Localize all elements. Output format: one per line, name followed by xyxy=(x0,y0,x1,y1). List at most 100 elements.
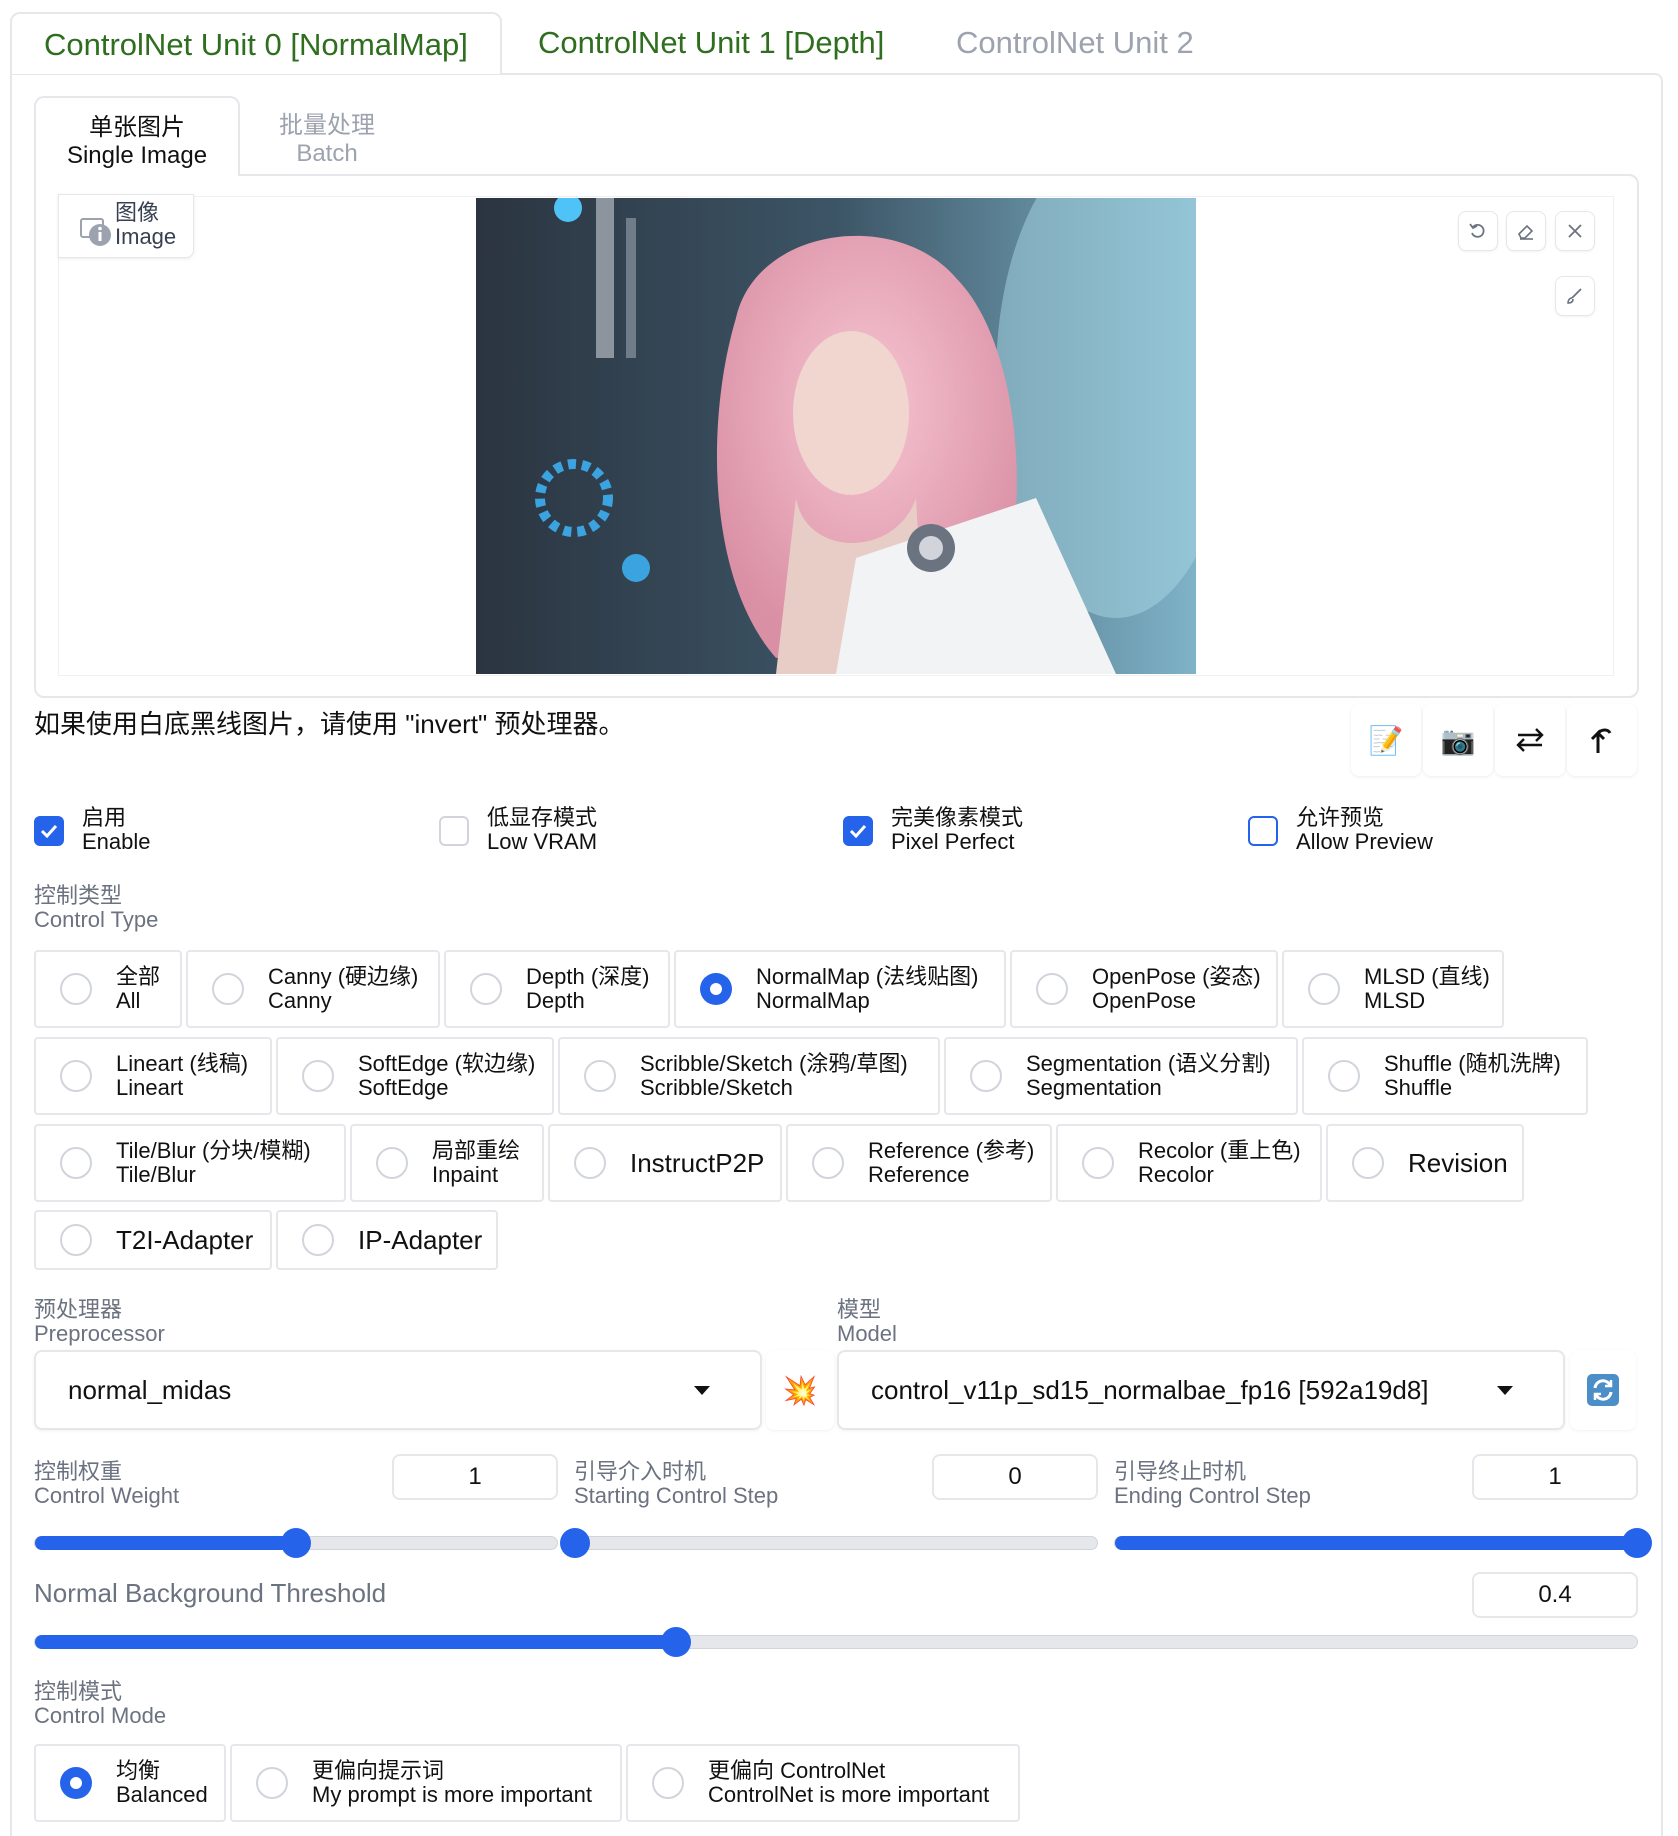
control-weight-slider[interactable] xyxy=(34,1528,558,1558)
control-type-lineart[interactable]: Lineart (线稿) Lineart xyxy=(34,1037,272,1115)
low-vram-label-en: Low VRAM xyxy=(487,829,598,854)
ending-step-slider[interactable] xyxy=(1114,1528,1652,1558)
send-dimensions-button[interactable] xyxy=(1567,704,1637,776)
radio[interactable] xyxy=(1036,973,1068,1005)
low-vram-checkbox[interactable]: 低显存模式 Low VRAM xyxy=(439,806,597,862)
tab-unit-2[interactable]: ControlNet Unit 2 xyxy=(956,12,1194,74)
radio[interactable] xyxy=(1328,1060,1360,1092)
control-type-t2i-adapter[interactable]: T2I-Adapter xyxy=(34,1210,272,1270)
preprocessor-label: 预处理器 Preprocessor xyxy=(34,1298,165,1346)
ending-step-input[interactable]: 1 xyxy=(1472,1454,1638,1500)
radio[interactable] xyxy=(212,973,244,1005)
slider-thumb[interactable] xyxy=(1622,1528,1652,1558)
starting-step-input[interactable]: 0 xyxy=(932,1454,1098,1500)
control-type-recolor[interactable]: Recolor (重上色) Recolor xyxy=(1056,1124,1322,1202)
radio[interactable] xyxy=(376,1147,408,1179)
control-type-mlsd[interactable]: MLSD (直线) MLSD xyxy=(1282,950,1504,1028)
radio[interactable] xyxy=(700,973,732,1005)
control-type-all[interactable]: 全部 All xyxy=(34,950,182,1028)
radio[interactable] xyxy=(1308,973,1340,1005)
radio[interactable] xyxy=(970,1060,1002,1092)
threshold-input[interactable]: 0.4 xyxy=(1472,1572,1638,1618)
option-zh: OpenPose (姿态) xyxy=(1092,964,1261,989)
radio[interactable] xyxy=(812,1147,844,1179)
tab-single-image[interactable]: 单张图片 Single Image xyxy=(34,96,240,176)
starting-step-label-zh: 引导介入时机 xyxy=(574,1459,707,1484)
enable-checkbox[interactable]: 启用 Enable xyxy=(34,806,151,862)
control-type-softedge[interactable]: SoftEdge (软边缘) SoftEdge xyxy=(276,1037,554,1115)
radio[interactable] xyxy=(60,1147,92,1179)
checkbox-box[interactable] xyxy=(1248,816,1278,846)
slider-thumb[interactable] xyxy=(281,1528,311,1558)
control-type-canny[interactable]: Canny (硬边缘) Canny xyxy=(186,950,440,1028)
threshold-slider[interactable] xyxy=(34,1627,1638,1657)
radio[interactable] xyxy=(574,1147,606,1179)
control-type-inpaint[interactable]: 局部重绘 Inpaint xyxy=(350,1124,544,1202)
open-editor-button[interactable]: 📝 xyxy=(1351,704,1421,776)
radio[interactable] xyxy=(60,1767,92,1799)
swap-dimensions-button[interactable] xyxy=(1495,704,1565,776)
control-type-normalmap[interactable]: NormalMap (法线贴图) NormalMap xyxy=(674,950,1006,1028)
radio[interactable] xyxy=(60,973,92,1005)
control-type-depth[interactable]: Depth (深度) Depth xyxy=(444,950,670,1028)
clear-image-button[interactable] xyxy=(1555,211,1595,251)
control-type-reference[interactable]: Reference (参考) Reference xyxy=(786,1124,1052,1202)
radio[interactable] xyxy=(60,1060,92,1092)
radio[interactable] xyxy=(470,973,502,1005)
webcam-button[interactable]: 📷 xyxy=(1423,704,1493,776)
memo-icon: 📝 xyxy=(1368,724,1404,756)
model-dropdown[interactable]: control_v11p_sd15_normalbae_fp16 [592a19… xyxy=(837,1350,1565,1430)
control-type-revision[interactable]: Revision xyxy=(1326,1124,1524,1202)
control-mode-prompt[interactable]: 更偏向提示词 My prompt is more important xyxy=(230,1744,622,1822)
control-type-tile[interactable]: Tile/Blur (分块/模糊) Tile/Blur xyxy=(34,1124,346,1202)
pixel-perfect-checkbox[interactable]: 完美像素模式 Pixel Perfect xyxy=(843,806,1023,862)
radio[interactable] xyxy=(1082,1147,1114,1179)
ending-step-label-en: Ending Control Step xyxy=(1114,1483,1311,1508)
radio[interactable] xyxy=(60,1224,92,1256)
run-preprocessor-button[interactable]: 💥 xyxy=(766,1350,834,1430)
undo-button[interactable] xyxy=(1458,211,1498,251)
control-type-label-en: Control Type xyxy=(34,907,159,932)
explosion-icon: 💥 xyxy=(782,1374,818,1406)
checkbox-box[interactable] xyxy=(843,816,873,846)
checkbox-box[interactable] xyxy=(439,816,469,846)
control-weight-input[interactable]: 1 xyxy=(392,1454,558,1500)
allow-preview-checkbox[interactable]: 允许预览 Allow Preview xyxy=(1248,806,1433,862)
brush-button[interactable] xyxy=(1555,276,1595,316)
option-en: Shuffle xyxy=(1384,1075,1453,1100)
tab-batch[interactable]: 批量处理 Batch xyxy=(224,96,430,176)
option-en: Balanced xyxy=(116,1782,208,1807)
allow-preview-label-en: Allow Preview xyxy=(1296,829,1433,854)
pixel-perfect-label-en: Pixel Perfect xyxy=(891,829,1015,854)
radio[interactable] xyxy=(652,1767,684,1799)
preprocessor-dropdown[interactable]: normal_midas xyxy=(34,1350,762,1430)
radio[interactable] xyxy=(256,1767,288,1799)
slider-thumb[interactable] xyxy=(560,1528,590,1558)
tab-unit-1[interactable]: ControlNet Unit 1 [Depth] xyxy=(538,12,884,74)
option-en: Depth xyxy=(526,988,585,1013)
control-type-ip-adapter[interactable]: IP-Adapter xyxy=(276,1210,498,1270)
tab-unit-0[interactable]: ControlNet Unit 0 [NormalMap] xyxy=(10,12,502,74)
control-weight-label: 控制权重 Control Weight xyxy=(34,1460,179,1508)
checkbox-box[interactable] xyxy=(34,816,64,846)
control-type-openpose[interactable]: OpenPose (姿态) OpenPose xyxy=(1010,950,1278,1028)
radio[interactable] xyxy=(302,1224,334,1256)
low-vram-label-zh: 低显存模式 xyxy=(487,805,598,830)
radio[interactable] xyxy=(302,1060,334,1092)
radio[interactable] xyxy=(1352,1147,1384,1179)
option-en: All xyxy=(116,988,141,1013)
control-type-shuffle[interactable]: Shuffle (随机洗牌) Shuffle xyxy=(1302,1037,1588,1115)
control-type-segmentation[interactable]: Segmentation (语义分割) Segmentation xyxy=(944,1037,1298,1115)
control-type-scribble[interactable]: Scribble/Sketch (涂鸦/草图) Scribble/Sketch xyxy=(558,1037,940,1115)
control-mode-balanced[interactable]: 均衡 Balanced xyxy=(34,1744,226,1822)
starting-step-slider[interactable] xyxy=(560,1528,1098,1558)
tab-batch-zh: 批量处理 xyxy=(279,112,375,139)
option-zh: Segmentation (语义分割) xyxy=(1026,1051,1271,1076)
refresh-models-button[interactable] xyxy=(1570,1350,1636,1430)
control-type-instructp2p[interactable]: InstructP2P xyxy=(548,1124,782,1202)
option-zh: Tile/Blur (分块/模糊) xyxy=(116,1138,311,1163)
control-mode-controlnet[interactable]: 更偏向 ControlNet ControlNet is more importa… xyxy=(626,1744,1020,1822)
slider-thumb[interactable] xyxy=(660,1627,691,1657)
eraser-button[interactable] xyxy=(1506,211,1546,251)
radio[interactable] xyxy=(584,1060,616,1092)
